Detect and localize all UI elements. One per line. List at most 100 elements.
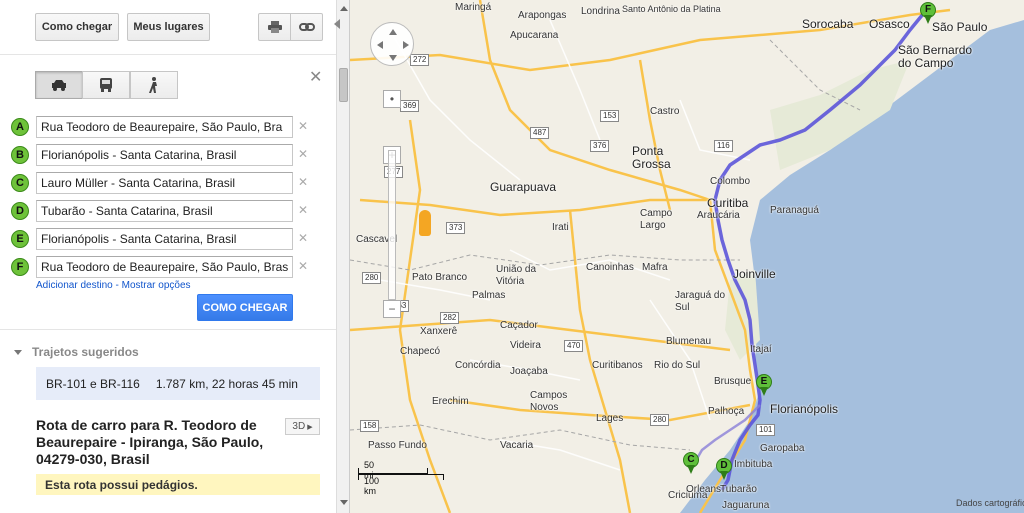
remove-waypoint-icon[interactable]: ✕ [298,175,308,189]
scrollbar-thumb[interactable] [339,68,348,102]
zoom-control: • + − [383,90,431,322]
waypoint-row: A Rua Teodoro de Beaurepaire, São Paulo, … [0,116,336,140]
pan-control[interactable] [370,22,414,66]
map-base [350,0,1024,513]
remove-waypoint-icon[interactable]: ✕ [298,203,308,217]
waypoint-marker-icon[interactable]: F [11,258,29,276]
directions-panel: Como chegar Meus lugares ✕ A Rua Teodoro … [0,0,336,513]
route-title: Rota de carro para R. Teodoro de Beaurep… [36,417,264,467]
zoom-slider[interactable] [388,150,396,300]
city-label: Passo Fundo [368,440,427,451]
mode-car-tab[interactable] [35,71,83,99]
map-marker-e[interactable]: E [756,374,772,396]
road-shield: 373 [446,222,466,234]
city-label: Chapecó [400,346,441,357]
add-destination-link[interactable]: Adicionar destino [36,280,113,291]
city-label: Florianópolis [770,402,839,416]
road-shield: 376 [590,140,610,152]
city-label: Vacaria [500,440,534,451]
waypoint-input[interactable]: Rua Teodoro de Beaurepaire, São Paulo, B… [36,116,293,138]
road-shield: 153 [600,110,620,122]
panel-scrollbar[interactable] [336,0,350,513]
city-label: Palhoça [708,406,745,417]
chevron-down-icon [14,350,22,356]
city-label: Ponta Grossa [632,144,671,171]
pegman-icon[interactable] [419,210,431,236]
map-marker-f[interactable]: F [920,2,936,24]
get-directions-button[interactable]: COMO CHEGAR [197,294,293,321]
link-button[interactable] [290,13,323,41]
waypoint-row: E Florianópolis - Santa Catarina, Brasil ✕ [0,228,336,252]
close-icon[interactable]: ✕ [309,67,322,87]
city-label: São Bernardo do Campo [898,43,973,70]
city-label: Araucária [697,210,740,221]
road-shield: 282 [440,312,460,324]
remove-waypoint-icon[interactable]: ✕ [298,147,308,161]
city-label: Joaçaba [510,366,548,377]
waypoint-input[interactable]: Florianópolis - Santa Catarina, Brasil [36,228,293,250]
pin-tail [720,471,728,480]
scale-km-label: 100 km [364,476,380,496]
waypoint-input[interactable]: Florianópolis - Santa Catarina, Brasil [36,144,293,166]
road-shield: 280 [362,272,382,284]
city-label: Colombo [710,176,751,187]
city-label: Lages [596,413,624,424]
city-label: Videira [510,340,541,351]
city-label: Palmas [472,290,506,301]
city-label: Xanxerê [420,326,458,337]
waypoint-input[interactable]: Rua Teodoro de Beaurepaire, São Paulo, B… [36,256,293,278]
city-label: Santo Antônio da Platina [622,4,721,14]
suggested-route-item[interactable]: BR-101 e BR-116 1.787 km, 22 horas 45 mi… [36,367,320,400]
waypoint-row: B Florianópolis - Santa Catarina, Brasil ✕ [0,144,336,168]
city-label: Jaguaruna [722,500,770,511]
3d-button[interactable]: 3D ▶ [285,418,320,435]
city-label: Canoinhas [586,262,634,273]
map-attribution[interactable]: Dados cartográficos [956,498,1024,508]
link-icon [298,23,315,31]
toll-notice: Esta rota possui pedágios. [36,474,320,495]
route-summary: 1.787 km, 22 horas 45 min [155,376,298,391]
scroll-down-icon[interactable] [340,500,348,505]
print-button[interactable] [258,13,291,41]
target-icon[interactable]: • [383,90,401,108]
suggested-routes-heading[interactable]: Trajetos sugeridos [14,345,139,359]
waypoint-marker-icon[interactable]: D [11,202,29,220]
city-label: Mafra [642,262,668,273]
play-icon: ▶ [307,423,313,431]
map-marker-c[interactable]: C [683,452,699,474]
waypoint-input[interactable]: Tubarão - Santa Catarina, Brasil [36,200,293,222]
road-shield: 280 [650,414,670,426]
map-marker-d[interactable]: D [716,458,732,480]
remove-waypoint-icon[interactable]: ✕ [298,119,308,133]
city-label: Campos Novos [530,390,568,413]
waypoint-marker-icon[interactable]: E [11,230,29,248]
zoom-out-button[interactable]: − [383,300,401,318]
mode-transit-tab[interactable] [82,71,130,99]
road-shield: 487 [530,127,550,139]
remove-waypoint-icon[interactable]: ✕ [298,259,308,273]
collapse-panel-icon[interactable] [334,19,340,29]
waypoint-marker-icon[interactable]: C [11,174,29,192]
scroll-up-icon[interactable] [340,6,348,11]
add-destination-links: Adicionar destino - Mostrar opções [36,280,191,291]
directions-button[interactable]: Como chegar [35,13,119,41]
city-label: Concórdia [455,360,501,371]
divider [0,54,336,55]
road-shield: 116 [714,140,733,152]
waypoint-marker-icon[interactable]: A [11,118,29,136]
city-label: Pato Branco [412,272,468,283]
waypoint-input[interactable]: Lauro Müller - Santa Catarina, Brasil [36,172,293,194]
remove-waypoint-icon[interactable]: ✕ [298,231,308,245]
city-label: Campo Largo [640,208,673,231]
my-places-button[interactable]: Meus lugares [127,13,210,41]
city-label: Itajaí [750,344,772,355]
3d-label: 3D [292,421,306,432]
mode-walk-tab[interactable] [130,71,178,99]
waypoint-marker-icon[interactable]: B [11,146,29,164]
city-label: Rio do Sul [654,360,701,371]
road-shield: 101 [756,424,776,436]
city-label: Irati [552,222,569,233]
show-options-link[interactable]: Mostrar opções [122,280,191,291]
pin-tail [924,15,932,24]
map-canvas[interactable]: Maringá Arapongas Londrina Apucarana San… [350,0,1024,513]
